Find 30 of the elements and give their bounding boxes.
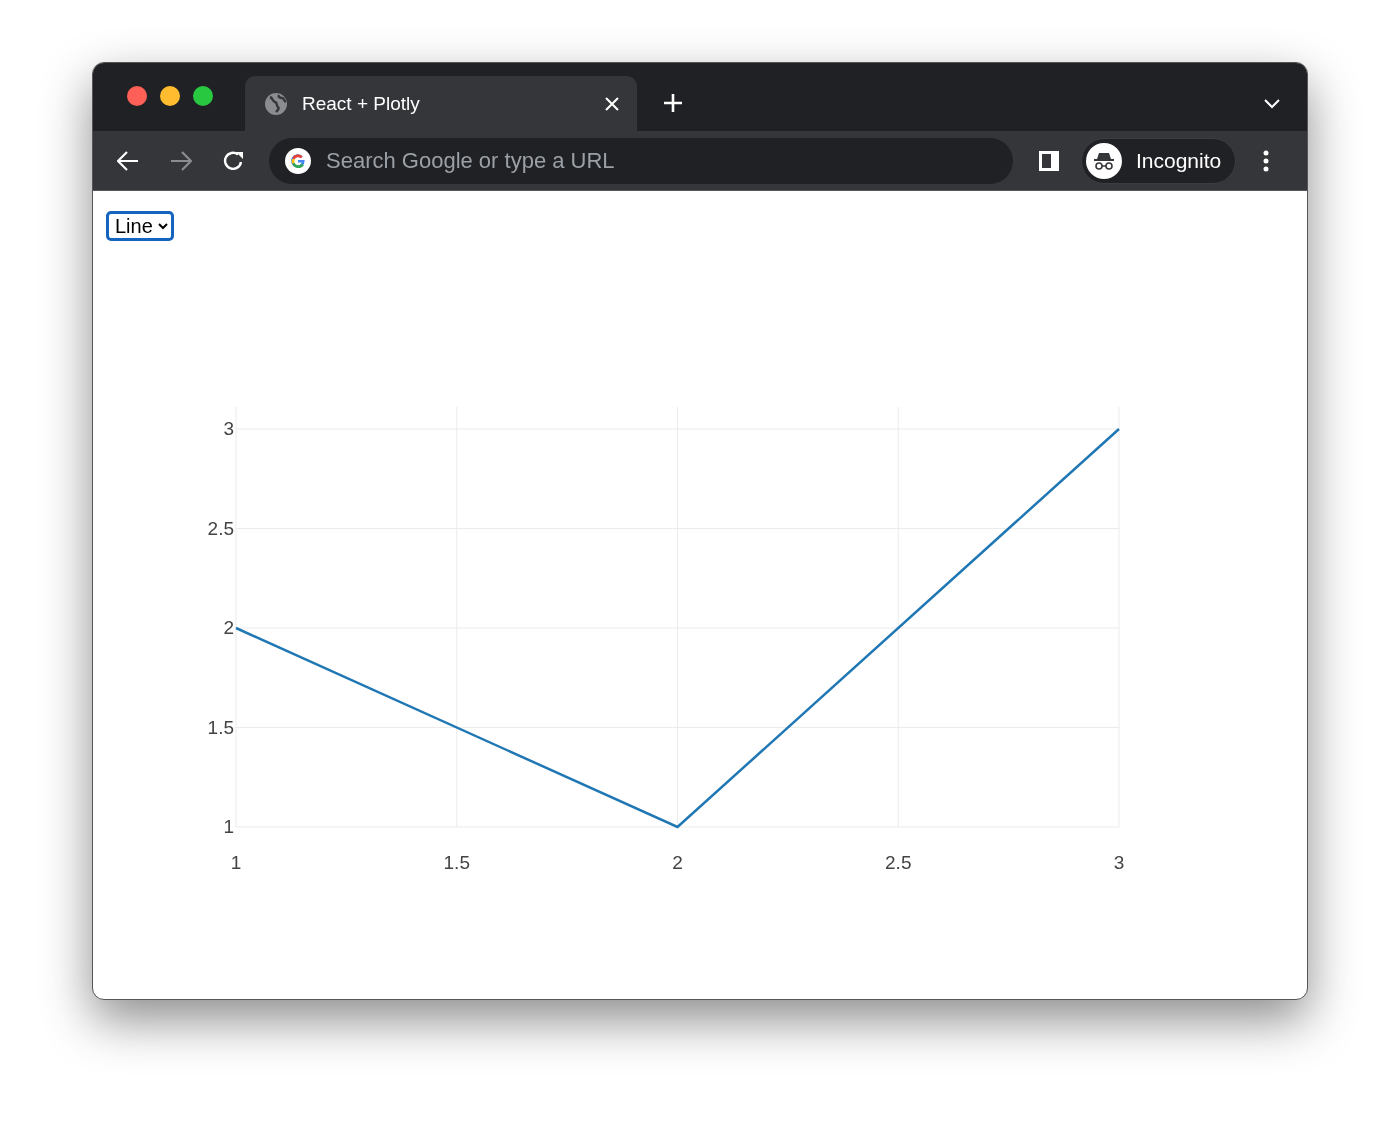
x-tick-label: 2.5 [885,852,912,873]
google-icon [285,147,311,174]
side-panel-icon[interactable] [1038,149,1060,172]
tab-title: React + Plotly [302,92,421,115]
forward-icon[interactable] [170,150,192,171]
minimize-window-icon[interactable] [160,86,180,106]
incognito-icon [1086,142,1122,179]
y-tick-label: 2 [223,617,234,638]
browser-tab[interactable]: React + Plotly [245,76,637,131]
x-tick-label: 1 [230,852,242,873]
chart-type-select[interactable]: Line [106,211,174,241]
zoom-window-icon[interactable] [193,86,213,106]
y-tick-label: 2.5 [207,517,234,539]
y-tick-label: 1 [223,816,234,837]
reload-icon[interactable] [223,149,245,172]
more-menu-icon[interactable] [1263,149,1270,172]
new-tab-icon[interactable] [663,93,683,113]
address-input[interactable]: Search Google or type a URL [324,146,968,175]
x-tick-label: 2 [672,852,683,873]
globe-icon [264,91,288,116]
incognito-button[interactable]: Incognito [1081,137,1237,184]
x-tick-label: 1.5 [443,852,470,873]
y-tick-label: 1.5 [207,716,234,738]
y-tick-label: 3 [223,418,234,439]
back-icon[interactable] [117,150,139,171]
close-icon[interactable] [605,96,619,111]
x-tick-label: 3 [1113,852,1125,873]
chevron-down-icon[interactable] [1264,99,1280,109]
close-window-icon[interactable] [127,86,147,106]
address-bar[interactable]: Search Google or type a URL [269,137,1013,184]
